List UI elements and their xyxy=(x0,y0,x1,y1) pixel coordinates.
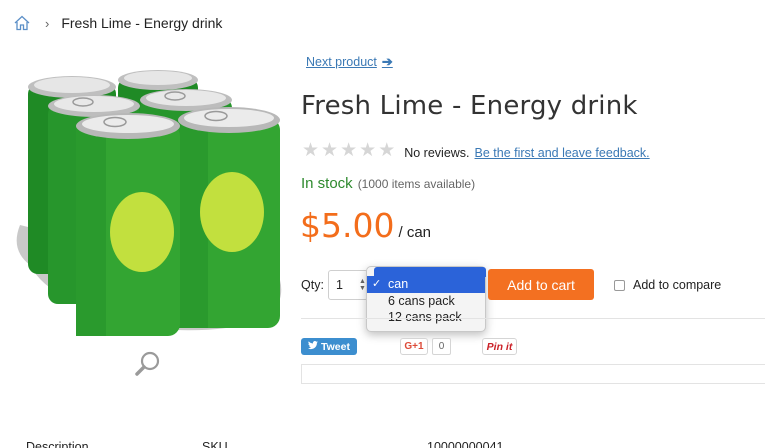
leave-feedback-link[interactable]: Be the first and leave feedback. xyxy=(475,146,650,160)
stock-status: In stock (1000 items available) xyxy=(301,175,475,192)
stock-label: In stock xyxy=(301,175,353,192)
add-to-compare[interactable]: Add to compare xyxy=(614,278,721,292)
google-plus-button[interactable]: G+1 xyxy=(400,338,428,355)
unit-option-label: 6 cans pack xyxy=(388,293,455,308)
share-panel xyxy=(301,364,765,384)
price-unit: / can xyxy=(398,224,432,241)
unit-option-label: can xyxy=(388,277,409,291)
sku-label: SKU xyxy=(202,440,228,448)
breadcrumb-separator: › xyxy=(45,15,50,31)
product-image[interactable] xyxy=(0,60,290,360)
price-amount: $5.00 xyxy=(300,206,395,245)
zoom-icon[interactable] xyxy=(133,349,163,379)
star-icon: ★ xyxy=(321,140,339,161)
compare-label: Add to compare xyxy=(633,278,722,292)
tab-description[interactable]: Description xyxy=(26,440,89,448)
tweet-label: Tweet xyxy=(321,340,350,353)
unit-option-can[interactable]: ✓ can xyxy=(367,276,485,293)
twitter-icon xyxy=(308,340,318,353)
home-icon[interactable] xyxy=(13,14,31,32)
next-product-link[interactable]: Next product ➔ xyxy=(306,54,393,70)
unit-dropdown[interactable]: ✓ can 6 cans pack 12 cans pack xyxy=(366,266,486,332)
quantity-stepper-icon[interactable]: ▲ ▼ xyxy=(359,278,366,292)
no-reviews-text: No reviews. xyxy=(404,146,470,160)
star-icon: ★ xyxy=(359,140,377,161)
star-icon: ★ xyxy=(340,140,358,161)
star-icon: ★ xyxy=(302,140,320,161)
pinterest-button[interactable]: Pin it xyxy=(482,338,517,355)
arrow-right-icon: ➔ xyxy=(381,54,393,69)
divider xyxy=(301,318,765,319)
price: $5.00 / can xyxy=(300,206,431,245)
add-to-cart-button[interactable]: Add to cart xyxy=(488,269,594,300)
unit-option-label: 12 cans pack xyxy=(388,310,462,324)
product-title: Fresh Lime - Energy drink xyxy=(301,91,638,121)
breadcrumb-current: Fresh Lime - Energy drink xyxy=(61,15,223,31)
google-plus-count: 0 xyxy=(432,338,451,355)
stock-detail: (1000 items available) xyxy=(357,177,476,191)
qty-label: Qty: xyxy=(301,278,324,292)
star-rating: ★ ★ ★ ★ ★ xyxy=(302,140,397,161)
rating-row: ★ ★ ★ ★ ★ No reviews. Be the first and l… xyxy=(302,140,650,161)
tweet-button[interactable]: Tweet xyxy=(301,338,357,355)
unit-option-6-pack[interactable]: 6 cans pack xyxy=(367,293,485,310)
next-product-label: Next product xyxy=(306,55,377,69)
sku-value: 10000000041 xyxy=(427,440,504,448)
star-icon: ★ xyxy=(378,140,396,161)
breadcrumb: › Fresh Lime - Energy drink xyxy=(13,14,222,32)
check-icon: ✓ xyxy=(372,278,382,290)
compare-checkbox[interactable] xyxy=(614,279,625,291)
